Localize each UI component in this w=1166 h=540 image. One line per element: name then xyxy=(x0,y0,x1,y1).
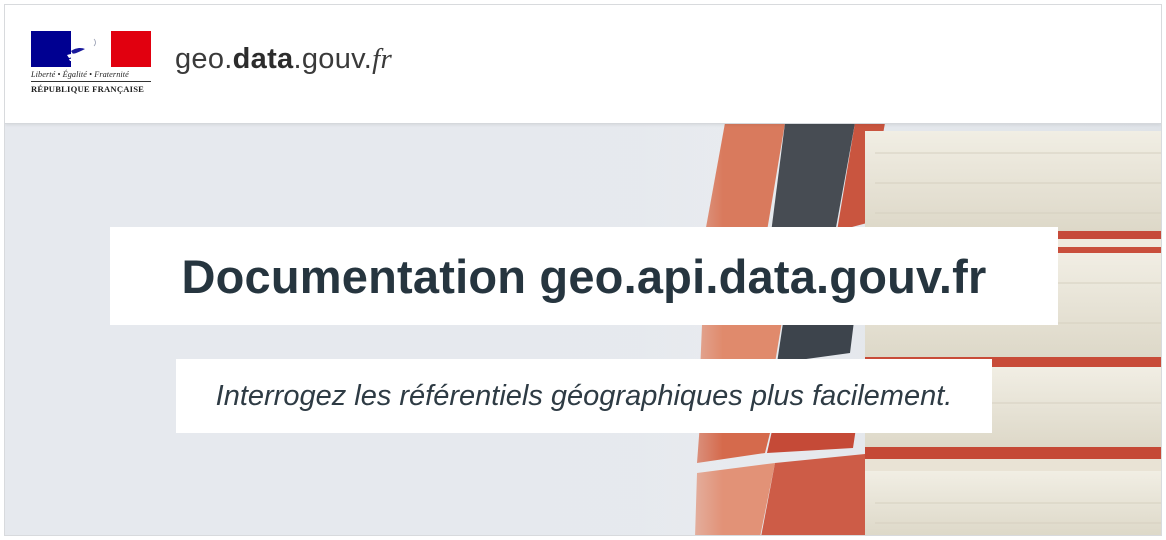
site-name-bold: data xyxy=(232,43,294,75)
hero-title-box: Documentation geo.api.data.gouv.fr xyxy=(110,227,1058,325)
marianne-icon xyxy=(67,33,104,67)
site-name-link[interactable]: geo.data.gouv.fr xyxy=(175,43,392,76)
page-title: Documentation geo.api.data.gouv.fr xyxy=(181,249,987,303)
page-subtitle: Interrogez les référentiels géographique… xyxy=(215,379,953,412)
site-name-tld: fr xyxy=(372,43,393,75)
republique-francaise-logo[interactable]: Liberté • Égalité • Fraternité RÉPUBLIQU… xyxy=(31,31,153,99)
hero-banner: Documentation geo.api.data.gouv.fr Inter… xyxy=(5,123,1161,535)
hero-subtitle-box: Interrogez les référentiels géographique… xyxy=(176,359,992,433)
page-frame: Liberté • Égalité • Fraternité RÉPUBLIQU… xyxy=(4,4,1162,536)
logo-motto: Liberté • Égalité • Fraternité xyxy=(31,70,129,79)
site-name-middle: .gouv. xyxy=(293,43,373,75)
logo-divider xyxy=(31,81,151,82)
logo-republique: RÉPUBLIQUE FRANÇAISE xyxy=(31,84,145,94)
site-header: Liberté • Égalité • Fraternité RÉPUBLIQU… xyxy=(5,5,1161,124)
site-name-prefix: geo. xyxy=(175,43,233,75)
books-background-image xyxy=(5,123,1161,535)
